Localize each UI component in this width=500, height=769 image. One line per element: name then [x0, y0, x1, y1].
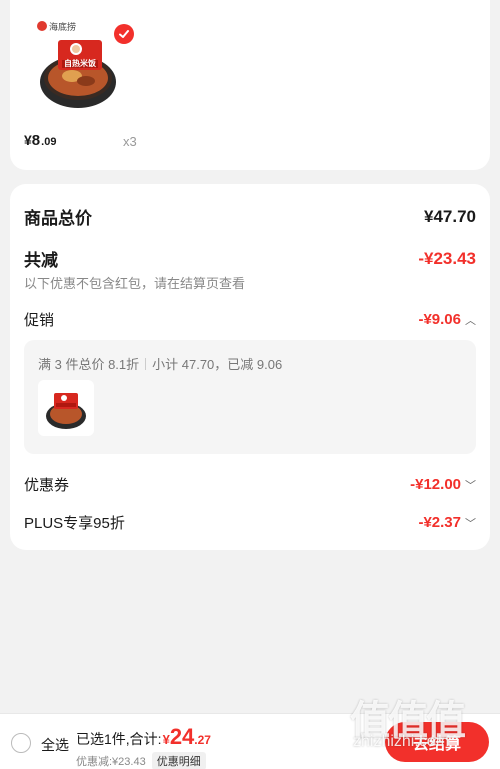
reduction-note: 以下优惠不包含红包，请在结算页查看 — [24, 276, 246, 291]
select-all-label[interactable]: 全选 — [41, 735, 69, 755]
chevron-down-icon[interactable]: ﹀ — [465, 477, 476, 493]
total-integer: 24 — [169, 724, 195, 749]
total-decimal: .27 — [194, 733, 211, 747]
cart-item-card: 海底捞 自热米饭 ¥ 8 .09 x3 — [10, 0, 490, 170]
price-currency: ¥ — [24, 132, 32, 148]
total-price-row: 商品总价 ¥47.70 — [24, 204, 476, 229]
discount-detail-button[interactable]: 优惠明细 — [151, 752, 206, 769]
plus-discount-row[interactable]: PLUS专享95折 -¥2.37 ﹀ — [24, 512, 476, 533]
promo-detail-box: 满 3 件总价 8.1折 小计 47.70，已减 9.06 — [24, 340, 476, 454]
reduction-label: 共减 — [24, 251, 58, 270]
total-price-value: ¥47.70 — [424, 206, 476, 226]
coupon-label: 优惠券 — [24, 477, 70, 494]
watermark-text: zhizhizhi.com — [353, 733, 450, 750]
discount-amount-text: 优惠减:¥23.43 — [76, 756, 146, 768]
plus-discount-label: PLUS专享95折 — [24, 515, 125, 532]
plus-discount-value: -¥2.37 — [418, 514, 461, 531]
promo-label: 促销 — [24, 312, 55, 329]
select-all-checkbox[interactable] — [11, 733, 31, 753]
check-icon — [119, 30, 129, 38]
item-price: ¥ 8 .09 — [24, 132, 56, 149]
coupon-row[interactable]: 优惠券 -¥12.00 ﹀ — [24, 474, 476, 495]
brand-logo-text: 海底捞 — [49, 21, 76, 33]
promo-product-thumbnail[interactable] — [38, 380, 94, 436]
chevron-down-icon[interactable]: ﹀ — [465, 515, 476, 531]
item-checkbox[interactable] — [114, 24, 134, 44]
package-text: 自热米饭 — [64, 58, 96, 68]
coupon-value: -¥12.00 — [410, 476, 461, 493]
promo-subtotal-text: 小计 47.70，已减 9.06 — [152, 357, 283, 372]
reduction-row: 共减 -¥23.43 — [24, 246, 476, 271]
total-price-label: 商品总价 — [24, 209, 92, 228]
price-integer: 8 — [31, 132, 41, 149]
divider — [145, 357, 147, 370]
total-currency: ¥ — [162, 732, 170, 747]
promo-value: -¥9.06 — [418, 311, 461, 328]
price-summary-card: 商品总价 ¥47.70 共减 -¥23.43 以下优惠不包含红包，请在结算页查看… — [10, 184, 490, 550]
price-decimal: .09 — [41, 136, 57, 148]
reduction-value: -¥23.43 — [418, 248, 476, 268]
item-quantity: x3 — [123, 134, 137, 149]
promo-rule-text: 满 3 件总价 8.1折 — [38, 357, 140, 372]
promo-row[interactable]: 促销 -¥9.06 ︿ — [24, 309, 476, 330]
selected-count-text: 已选1件,合计: — [76, 731, 162, 747]
chevron-up-icon[interactable]: ︿ — [465, 312, 476, 328]
